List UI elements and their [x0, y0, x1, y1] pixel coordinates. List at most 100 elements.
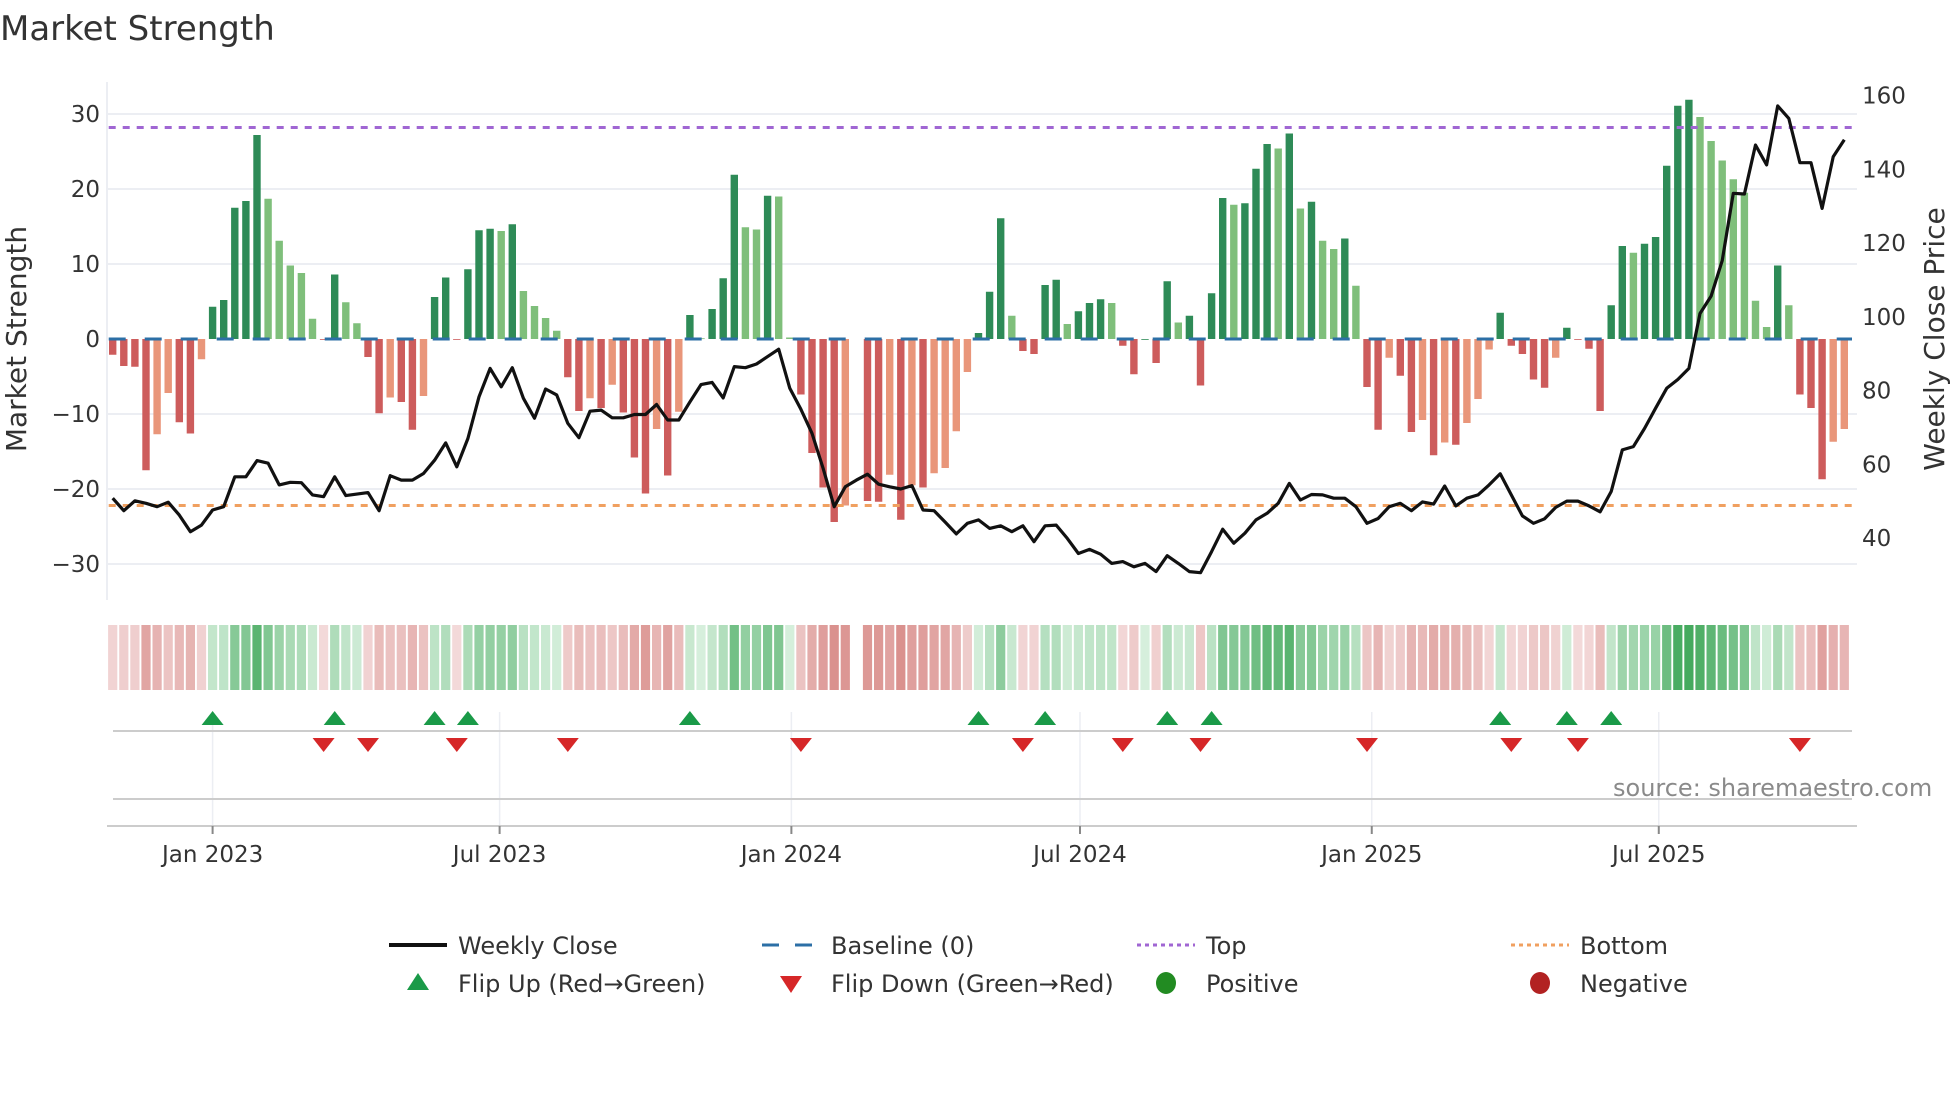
strip-cell [674, 625, 684, 690]
strength-bar [497, 231, 505, 339]
strength-bar [1674, 105, 1682, 339]
strength-bar [997, 218, 1005, 339]
flip-up-marker [423, 711, 446, 725]
strip-cell [1340, 625, 1350, 690]
strip-cell [796, 625, 806, 690]
legend-weekly-close-label: Weekly Close [458, 932, 618, 960]
strip-cell [929, 625, 939, 690]
strength-bar [386, 339, 394, 398]
strip-cell [607, 625, 617, 690]
strength-bar [741, 227, 750, 339]
strip-cell [230, 625, 240, 690]
strip-cell [1273, 625, 1283, 690]
strength-bar [186, 339, 195, 434]
flip-up-marker [967, 711, 990, 725]
strength-bar [1252, 168, 1260, 339]
strength-bar [1341, 238, 1349, 339]
market-strength-chart: Market Strength 3020100−10−20−30 4060801… [0, 9, 1951, 998]
strip-cell [474, 625, 484, 690]
strength-bar [874, 339, 883, 502]
flip-down-marker [1189, 738, 1212, 752]
strength-bar [1596, 339, 1604, 411]
strength-bar [1163, 281, 1171, 339]
strip-cell [1617, 625, 1627, 690]
strength-bar [1174, 322, 1182, 339]
strength-bar [208, 306, 217, 339]
strip-cell [807, 625, 817, 690]
strength-bar [231, 207, 239, 339]
strength-bar [664, 339, 672, 476]
strip-cell [1706, 625, 1716, 690]
strip-cell [1051, 625, 1061, 690]
flip-down-marker [312, 738, 335, 752]
strip-cell [1806, 625, 1816, 690]
strip-cell [274, 625, 284, 690]
strip-cell [541, 625, 551, 690]
strip-cell [1318, 625, 1328, 690]
strength-bar [786, 337, 794, 339]
legend-flip-down-green-red-label: Flip Down (Green→Red) [831, 970, 1114, 998]
legend: Weekly Close Baseline (0) Top Bottom Flip Up… [389, 932, 1688, 998]
strength-bar [1063, 324, 1071, 339]
strip-cell [1795, 625, 1805, 690]
strip-cell [1073, 625, 1083, 690]
strip-cell [1207, 625, 1217, 690]
strip-cell [241, 625, 251, 690]
flip-up-marker [456, 711, 479, 725]
strip-cell [385, 625, 395, 690]
strip-cell [108, 625, 118, 690]
flip-down-marker [445, 738, 468, 752]
strip-cell [507, 625, 517, 690]
strip-cell [1262, 625, 1272, 690]
strength-bar [408, 339, 417, 430]
strength-bar [175, 339, 183, 423]
strength-bar [353, 323, 361, 339]
strip-cell [1284, 625, 1294, 690]
strength-bar [1096, 299, 1105, 339]
strength-bar [930, 339, 938, 474]
strength-bar [941, 339, 949, 468]
strip-cell [1040, 625, 1050, 690]
y-tick-label: 0 [85, 327, 100, 353]
strength-bar [1640, 243, 1649, 339]
strip-cell [1029, 625, 1039, 690]
strength-bar [519, 291, 528, 339]
strength-bar [508, 224, 516, 339]
strength-bar [1785, 305, 1793, 339]
legend-positive-label: Positive [1206, 970, 1299, 998]
strength-bar [752, 229, 761, 339]
strip-cell [996, 625, 1006, 690]
flip-up-marker [1034, 711, 1057, 725]
strength-bar [142, 339, 150, 471]
strip-cell [707, 625, 717, 690]
strip-cell [1018, 625, 1028, 690]
strip-cell [1329, 625, 1339, 690]
strip-cell [141, 625, 151, 690]
strip-cell [1184, 625, 1194, 690]
strip-cell [1395, 625, 1405, 690]
strength-bar [841, 339, 849, 506]
strip-cell [1517, 625, 1527, 690]
strip-cell [862, 625, 873, 690]
strength-bar [1829, 339, 1837, 442]
strength-bar [1751, 300, 1760, 339]
strip-cell [1540, 625, 1550, 690]
strength-bar [1452, 339, 1460, 445]
strength-bar [597, 339, 605, 408]
strip-cell [374, 625, 384, 690]
x-tick-label: Jan 2024 [739, 842, 842, 868]
strength-bar [1707, 141, 1715, 339]
strength-bar [619, 339, 627, 413]
strength-bar [919, 339, 927, 488]
strength-bar [1552, 339, 1560, 358]
strip-cell [696, 625, 706, 690]
strip-cell [1229, 625, 1239, 690]
strip-cell [1151, 625, 1161, 690]
strip-cell [663, 625, 673, 690]
strength-bar [1418, 339, 1427, 420]
y-tick-label: −20 [51, 477, 100, 503]
strip-cell [1695, 625, 1705, 690]
flip-up-marker [1489, 711, 1512, 725]
strength-bar [1374, 339, 1382, 430]
strength-bar [331, 274, 339, 339]
